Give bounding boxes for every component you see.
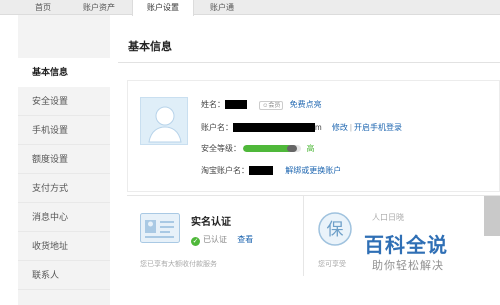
sidebar: 基本信息 安全设置 手机设置 额度设置 支付方式 消息中心 收货地址 联系人 — [18, 15, 110, 305]
watermark-title: 百科全说 — [364, 235, 448, 257]
id-card-icon — [140, 213, 180, 243]
realname-title: 实名认证 — [191, 217, 231, 228]
sidebar-item-mobile[interactable]: 手机设置 — [18, 116, 110, 145]
check-icon: ✓ — [191, 237, 200, 246]
security-level-knob — [287, 145, 298, 152]
tab-account-assets[interactable]: 账户资产 — [70, 0, 128, 15]
sidebar-item-messages[interactable]: 消息中心 — [18, 203, 110, 232]
name-redacted — [225, 100, 247, 109]
security-level-text: 高 — [306, 144, 315, 153]
insurance-icon-glyph: 保 — [327, 220, 344, 240]
realname-desc: 您已享有大额收付款服务 — [140, 261, 217, 268]
sidebar-item-payment[interactable]: 支付方式 — [18, 174, 110, 203]
insurance-desc: 您可享受 — [318, 261, 346, 268]
title-divider — [118, 62, 500, 63]
account-row: 账户名： m 修改 | 开启手机登录 — [201, 122, 402, 133]
unbind-account-link[interactable]: 解绑或更换账户 — [285, 166, 341, 175]
top-nav: 首页 账户资产 账户设置 账户通 — [0, 0, 500, 16]
security-level-bar — [243, 145, 302, 152]
tab-home[interactable]: 首页 — [22, 0, 64, 15]
cards-divider — [127, 195, 500, 196]
member-badge: ☺会员 — [259, 101, 284, 110]
name-label: 姓名： — [201, 100, 225, 109]
user-avatar-icon — [148, 106, 182, 143]
side-image — [484, 196, 500, 236]
page-title: 基本信息 — [128, 41, 172, 53]
tab-account-connect[interactable]: 账户通 — [196, 0, 248, 15]
enable-mobile-login-link[interactable]: 开启手机登录 — [354, 123, 402, 132]
taobao-label: 淘宝账户名： — [201, 166, 249, 175]
security-label: 安全等级： — [201, 144, 241, 153]
view-link[interactable]: 查看 — [237, 235, 253, 244]
tab-account-settings[interactable]: 账户设置 — [132, 0, 194, 16]
sidebar-item-security[interactable]: 安全设置 — [18, 87, 110, 116]
modify-link[interactable]: 修改 — [332, 123, 348, 132]
watermark-subtitle: 助你轻松解决 — [372, 260, 444, 272]
taobao-redacted — [249, 166, 273, 175]
sidebar-item-address[interactable]: 收货地址 — [18, 232, 110, 261]
verified-label: 已认证 — [203, 235, 227, 244]
account-redacted — [233, 123, 315, 132]
security-row: 安全等级： 高 — [201, 143, 314, 154]
insurance-title: 人口日晓 — [372, 213, 404, 222]
security-level-fill — [243, 145, 293, 152]
account-suffix: m — [315, 123, 322, 132]
free-light-link[interactable]: 免费点亮 — [290, 100, 322, 109]
realname-status: ✓ 已认证 查看 — [191, 234, 253, 246]
link-separator: | — [349, 123, 352, 132]
sidebar-item-contacts[interactable]: 联系人 — [18, 261, 110, 290]
avatar[interactable] — [140, 97, 188, 145]
insurance-shield-icon: 保 — [318, 212, 352, 246]
name-row: 姓名： ☺会员 免费点亮 — [201, 99, 322, 110]
account-label: 账户名： — [201, 123, 233, 132]
sidebar-item-basic-info[interactable]: 基本信息 — [18, 58, 110, 87]
card-separator — [303, 196, 304, 276]
sidebar-item-limit[interactable]: 额度设置 — [18, 145, 110, 174]
taobao-row: 淘宝账户名： 解绑或更换账户 — [201, 165, 341, 176]
